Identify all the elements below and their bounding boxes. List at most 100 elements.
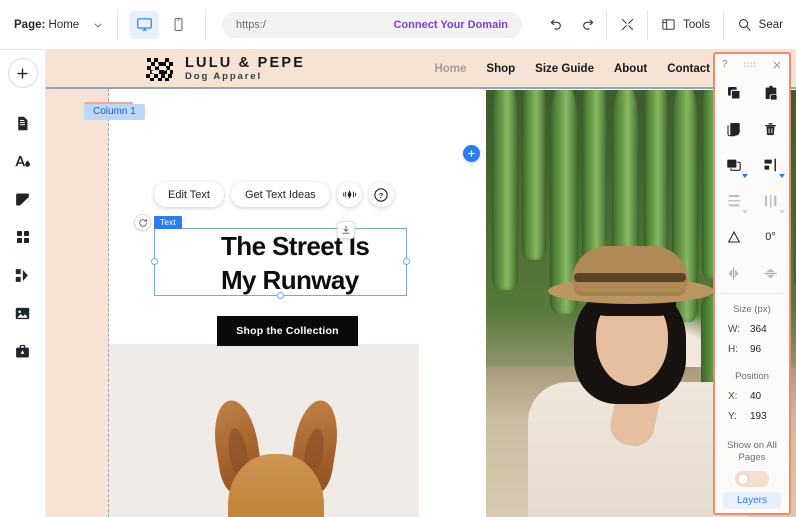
y-input[interactable]: 193 (750, 411, 776, 422)
animation-button[interactable] (336, 182, 362, 207)
connect-domain-link[interactable]: Connect Your Domain (393, 19, 508, 31)
shop-collection-button[interactable]: Shop the Collection (217, 316, 358, 346)
copy-button[interactable] (715, 75, 752, 111)
column-badge[interactable]: Column 1 (84, 104, 145, 120)
resize-handle-right[interactable] (403, 258, 410, 265)
nav-item-size-guide[interactable]: Size Guide (535, 63, 594, 75)
trash-icon (765, 123, 776, 136)
site-nav: Home Shop Size Guide About Contact (434, 63, 710, 75)
page-selector-label: Page: Home (14, 19, 79, 31)
brand-tagline: Dog Apparel (185, 71, 263, 82)
nav-item-shop[interactable]: Shop (486, 63, 515, 75)
help-button[interactable]: ? (368, 182, 394, 207)
resize-handle-bottom[interactable] (276, 292, 284, 299)
redo-arrow-icon (583, 19, 594, 30)
paste-icon (765, 85, 777, 100)
distribute-vertical-button[interactable] (715, 183, 752, 219)
brand-text: LULU & PEPE Dog Apparel (185, 56, 305, 83)
text-selection-box[interactable]: Text (151, 216, 410, 299)
height-label: H: (728, 344, 738, 355)
arrange-button[interactable] (715, 147, 752, 183)
sidebar-item-pages[interactable] (6, 104, 40, 142)
distribute-horizontal-button[interactable] (752, 183, 789, 219)
add-element-button[interactable] (7, 58, 38, 88)
align-icon (764, 158, 776, 172)
layers-button[interactable]: Layers (723, 492, 781, 509)
rotate-angle-icon (727, 230, 740, 243)
sidebar-item-background[interactable] (6, 180, 40, 218)
rotate-handle-button[interactable] (134, 214, 151, 231)
sidebar-item-apps[interactable] (6, 218, 40, 256)
fullscreen-button[interactable] (615, 8, 640, 42)
caret-icon (742, 210, 748, 214)
nav-item-about[interactable]: About (614, 63, 647, 75)
nav-item-home[interactable]: Home (434, 63, 466, 75)
get-text-ideas-button[interactable]: Get Text Ideas (231, 182, 330, 207)
hat-band (574, 273, 686, 282)
tools-button[interactable]: Tools (648, 0, 723, 50)
site-url-value: https:/ (235, 18, 266, 31)
undo-arrow-icon (550, 19, 561, 30)
cactus-shape (522, 90, 546, 260)
flip-horizontal-button[interactable] (715, 255, 752, 291)
sidebar-item-business-tools[interactable] (6, 332, 40, 370)
x-label: X: (728, 391, 738, 402)
dog-head (209, 397, 344, 517)
resize-handle-left[interactable] (151, 258, 158, 265)
download-button[interactable] (337, 221, 355, 239)
duplicate-icon (726, 123, 740, 137)
mobile-phone-icon (174, 18, 183, 31)
rotate-angle-button[interactable] (715, 219, 752, 255)
top-toolbar: Page: Home https:/ Connect Your Domain T… (0, 0, 796, 50)
search-label: Sear (758, 18, 783, 31)
sidebar-item-design[interactable] (6, 142, 40, 180)
size-section-title: Size (px) (733, 304, 771, 315)
search-button[interactable]: Sear (724, 0, 796, 50)
brand-name: LULU & PEPE (185, 55, 306, 71)
y-label: Y: (728, 411, 737, 422)
sidebar-item-images[interactable] (6, 294, 40, 332)
page-selector[interactable]: Page: Home (0, 0, 117, 50)
close-x-icon[interactable] (772, 60, 782, 70)
height-field-row: H: 96 (715, 344, 789, 355)
undo-button[interactable] (538, 8, 572, 42)
show-on-all-pages-toggle[interactable] (735, 471, 769, 487)
delete-button[interactable] (752, 111, 789, 147)
panel-help-button[interactable]: ? (722, 59, 728, 70)
width-input[interactable]: 364 (750, 324, 776, 335)
flip-horizontal-icon (728, 266, 739, 280)
desktop-monitor-icon (136, 18, 152, 31)
drag-dots-icon[interactable] (743, 61, 756, 69)
rotate-angle-value[interactable]: 0° (752, 219, 789, 255)
chevron-down-icon (94, 22, 101, 27)
desktop-view-button[interactable] (129, 10, 160, 39)
x-input[interactable]: 40 (750, 391, 776, 402)
image-icon (15, 307, 30, 319)
sidebar-item-media[interactable] (6, 256, 40, 294)
background-icon (16, 192, 29, 206)
divider (605, 9, 607, 40)
cactus-shape (644, 90, 668, 261)
dog-photo[interactable] (109, 344, 419, 517)
history-controls (538, 8, 606, 42)
nav-item-contact[interactable]: Contact (667, 63, 710, 75)
height-input[interactable]: 96 (750, 344, 776, 355)
add-section-button[interactable] (463, 145, 480, 162)
canvas-area[interactable]: LULU & PEPE Dog Apparel Home Shop Size G… (46, 50, 796, 517)
caret-icon (779, 210, 785, 214)
paste-button[interactable] (752, 75, 789, 111)
site-url-field[interactable]: https:/ Connect Your Domain (221, 11, 522, 38)
edit-text-button[interactable]: Edit Text (154, 182, 224, 207)
page-label-prefix: Page: (14, 18, 46, 31)
caret-icon (779, 174, 785, 178)
position-section-title: Position (735, 371, 769, 382)
flip-vertical-button[interactable] (752, 255, 789, 291)
panel-header: ? (715, 54, 789, 73)
arrange-layers-icon (727, 159, 741, 171)
plus-icon (468, 150, 475, 157)
align-button[interactable] (752, 147, 789, 183)
redo-button[interactable] (572, 8, 606, 42)
duplicate-button[interactable] (715, 111, 752, 147)
mobile-view-button[interactable] (163, 11, 193, 39)
site-logo[interactable]: LULU & PEPE Dog Apparel (145, 56, 305, 83)
